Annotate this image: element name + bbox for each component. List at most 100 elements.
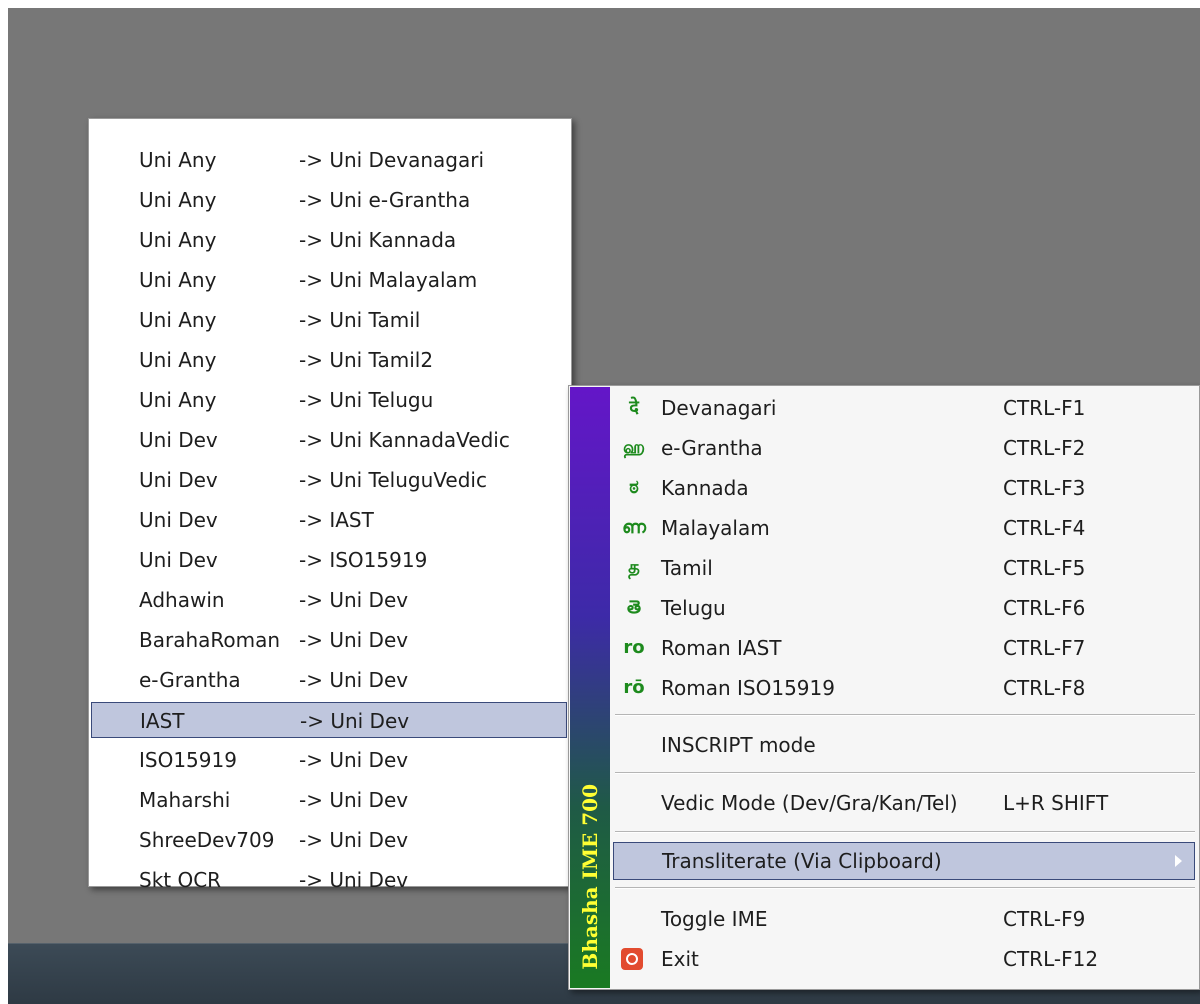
transliterate-label: Transliterate (Via Clipboard) [662,849,942,873]
kannada-icon: ಠ [629,477,639,498]
menu-separator [615,714,1195,716]
submenu-item[interactable]: Skt OCR -> Uni Dev [91,862,567,898]
menu-separator [615,831,1195,833]
transliterate-submenu: Uni Any -> Uni Devanagari Uni Any -> Uni e-… [88,118,572,892]
submenu-item-source: Uni Dev [139,428,218,452]
submenu-item-source: Adhawin [139,588,225,612]
submenu-item-target: -> Uni Dev [299,748,409,772]
submenu-item[interactable]: Uni Any -> Uni Kannada [91,222,567,258]
submenu-item-source: Skt OCR [139,868,222,892]
submenu-item[interactable]: Uni Any -> Uni e-Grantha [91,182,567,218]
script-item-shortcut: CTRL-F8 [1003,676,1086,700]
submenu-item[interactable]: Adhawin -> Uni Dev [91,582,567,618]
script-item[interactable]: ஹ e-Grantha CTRL-F2 [613,430,1195,468]
telugu-icon: తె [626,597,641,618]
submenu-item[interactable]: Uni Any -> Uni Devanagari [91,142,567,178]
submenu-item-target: -> Uni Dev [300,709,410,733]
submenu-item-target: -> Uni Malayalam [299,268,478,292]
script-item[interactable]: ണ Malayalam CTRL-F4 [613,510,1195,548]
submenu-item[interactable]: IAST -> Uni Dev [91,702,567,738]
submenu-item[interactable]: Uni Any -> Uni Telugu [91,382,567,418]
exit-icon [621,948,643,970]
transliterate-item[interactable]: Transliterate (Via Clipboard) [613,842,1195,880]
submenu-item-source: Uni Any [139,188,217,212]
submenu-item-target: -> Uni Dev [299,628,409,652]
submenu-item-source: Uni Any [139,388,217,412]
script-item-label: Roman ISO15919 [661,676,835,700]
submenu-item-source: ISO15919 [139,748,237,772]
submenu-item-source: BarahaRoman [139,628,281,652]
script-item-label: e-Grantha [661,436,763,460]
submenu-item[interactable]: Uni Dev -> Uni TeluguVedic [91,462,567,498]
script-item-label: Tamil [661,556,713,580]
submenu-item-source: Uni Any [139,308,217,332]
roman-iast-icon: ro [623,637,645,658]
submenu-item[interactable]: ISO15919 -> Uni Dev [91,742,567,778]
script-item-shortcut: CTRL-F1 [1003,396,1086,420]
script-item-shortcut: CTRL-F3 [1003,476,1086,500]
submenu-item-target: -> Uni Tamil2 [299,348,434,372]
submenu-item[interactable]: Uni Dev -> Uni KannadaVedic [91,422,567,458]
toggle-ime-label: Toggle IME [661,907,768,931]
submenu-item[interactable]: Uni Dev -> ISO15919 [91,542,567,578]
vedic-mode-item[interactable]: Vedic Mode (Dev/Gra/Kan/Tel) L+R SHIFT [613,785,1195,823]
submenu-item[interactable]: Maharshi -> Uni Dev [91,782,567,818]
submenu-item-target: -> Uni KannadaVedic [299,428,510,452]
script-item-label: Malayalam [661,516,770,540]
submenu-item-source: Uni Any [139,228,217,252]
submenu-item[interactable]: Uni Dev -> IAST [91,502,567,538]
submenu-item[interactable]: ShreeDev709 -> Uni Dev [91,822,567,858]
submenu-item[interactable]: Uni Any -> Uni Tamil2 [91,342,567,378]
script-item-shortcut: CTRL-F6 [1003,596,1086,620]
script-item[interactable]: दे Devanagari CTRL-F1 [613,390,1195,428]
toggle-ime-item[interactable]: Toggle IME CTRL-F9 [613,901,1195,939]
submenu-item-target: -> Uni Dev [299,828,409,852]
submenu-item-source: Uni Dev [139,508,218,532]
menu-brand-sidebar: Bhasha IME 700 [570,387,610,988]
submenu-item-source: Maharshi [139,788,231,812]
submenu-item-target: -> IAST [299,508,374,532]
submenu-item[interactable]: Uni Any -> Uni Malayalam [91,262,567,298]
script-item[interactable]: த Tamil CTRL-F5 [613,550,1195,588]
egrantha-icon: ஹ [622,437,646,458]
script-item[interactable]: ro Roman IAST CTRL-F7 [613,630,1195,668]
submenu-item-source: Uni Dev [139,468,218,492]
script-item[interactable]: rō Roman ISO15919 CTRL-F8 [613,670,1195,708]
submenu-item[interactable]: BarahaRoman -> Uni Dev [91,622,567,658]
tamil-icon: த [628,557,640,578]
submenu-item-target: -> Uni Dev [299,588,409,612]
roman-iso-icon: rō [623,677,645,698]
submenu-item-target: -> Uni Tamil [299,308,421,332]
submenu-item-source: Uni Any [139,148,217,172]
inscript-mode-label: INSCRIPT mode [661,733,816,757]
script-item-label: Devanagari [661,396,777,420]
submenu-item-target: -> Uni Dev [299,788,409,812]
submenu-item-target: -> Uni Devanagari [299,148,485,172]
script-item[interactable]: తె Telugu CTRL-F6 [613,590,1195,628]
malayalam-icon: ണ [622,517,646,538]
submenu-item[interactable]: Uni Any -> Uni Tamil [91,302,567,338]
script-item-shortcut: CTRL-F2 [1003,436,1086,460]
submenu-item-target: -> Uni Kannada [299,228,457,252]
submenu-item-target: -> Uni e-Grantha [299,188,471,212]
submenu-item-source: IAST [140,709,185,733]
script-item-shortcut: CTRL-F5 [1003,556,1086,580]
submenu-item-target: -> Uni Dev [299,668,409,692]
submenu-item-source: e-Grantha [139,668,241,692]
exit-shortcut: CTRL-F12 [1003,947,1099,971]
vedic-mode-label: Vedic Mode (Dev/Gra/Kan/Tel) [661,791,958,815]
script-item[interactable]: ಠ Kannada CTRL-F3 [613,470,1195,508]
vedic-mode-shortcut: L+R SHIFT [1003,791,1109,815]
script-item-label: Roman IAST [661,636,782,660]
exit-item[interactable]: Exit CTRL-F12 [613,941,1195,979]
inscript-mode-item[interactable]: INSCRIPT mode [613,727,1195,765]
submenu-item-target: -> Uni Dev [299,868,409,892]
submenu-item-target: -> Uni TeluguVedic [299,468,487,492]
submenu-item[interactable]: e-Grantha -> Uni Dev [91,662,567,698]
script-item-shortcut: CTRL-F4 [1003,516,1086,540]
ime-context-menu: Bhasha IME 700 दे Devanagari CTRL-F1 ஹ e-Gra… [568,385,1200,990]
submenu-item-source: Uni Dev [139,548,218,572]
script-item-shortcut: CTRL-F7 [1003,636,1086,660]
script-item-label: Telugu [661,596,726,620]
menu-separator [615,887,1195,889]
